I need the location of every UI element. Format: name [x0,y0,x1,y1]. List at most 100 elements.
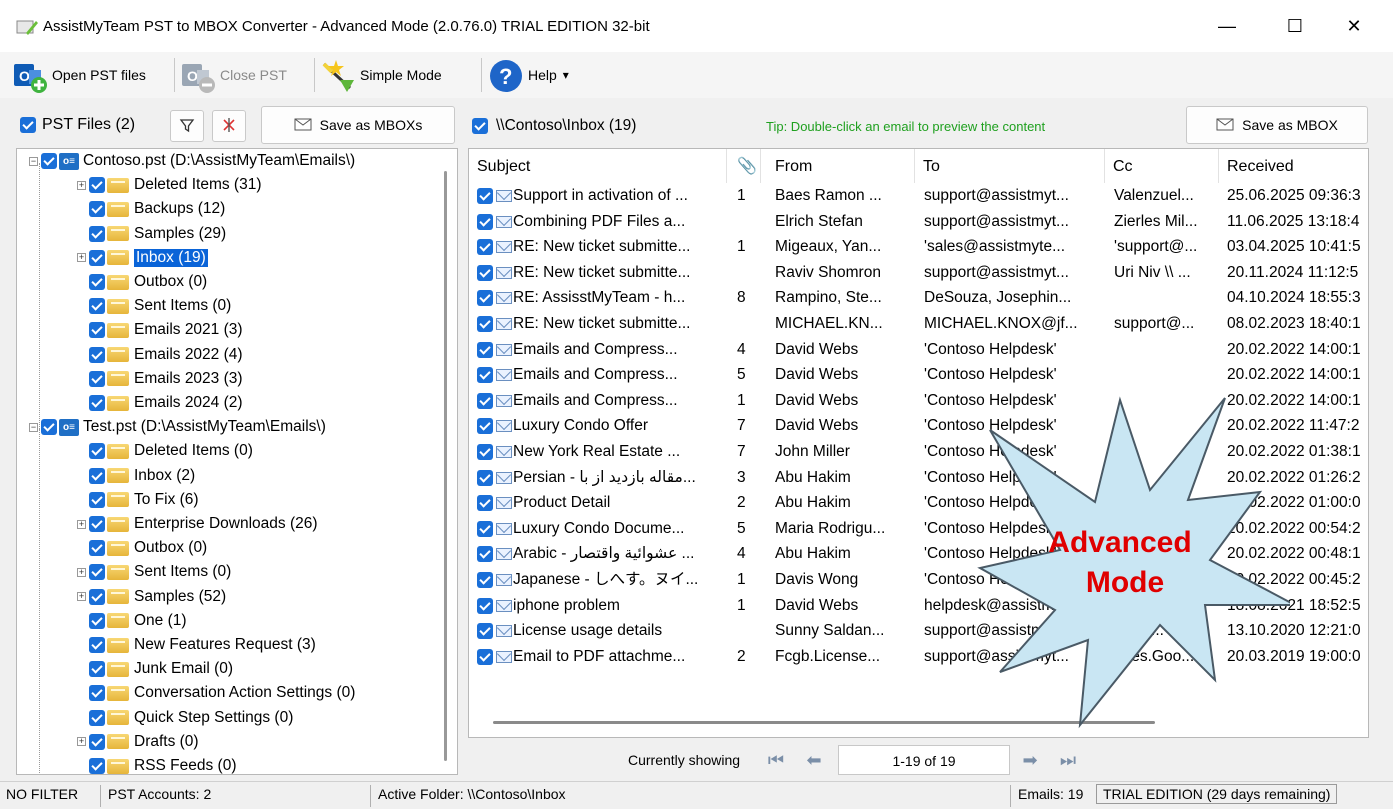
checkbox-icon[interactable] [89,395,105,411]
folder-checkbox[interactable]: \\Contoso\Inbox (19) [472,117,636,135]
email-row[interactable]: Emails and Compress... 5 David Webs 'Contos… [469,362,1368,388]
checkbox-icon[interactable] [89,733,105,750]
tree-folder-node[interactable]: Deleted Items (0) [77,439,253,463]
column-attachment[interactable]: 📎 [727,149,761,183]
collapse-icon[interactable]: − [29,156,38,166]
expand-icon[interactable]: + [77,592,86,602]
checkbox-icon[interactable] [89,443,105,460]
tree-folder-node[interactable]: Emails 2023 (3) [77,367,243,391]
checkbox-icon[interactable] [89,370,105,387]
checkbox-icon[interactable] [477,367,493,384]
checkbox-icon[interactable] [89,491,105,508]
checkbox-icon[interactable] [477,315,493,332]
tree-folder-node[interactable]: Junk Email (0) [77,657,233,681]
minimize-button[interactable]: — [1204,8,1250,44]
checkbox-icon[interactable] [89,685,105,702]
first-page-button[interactable]: ⏮ [758,745,794,775]
checkbox-icon[interactable] [41,153,57,169]
tree-folder-node[interactable]: RSS Feeds (0) [77,754,237,774]
tree-folder-node[interactable]: + Samples (52) [77,585,226,609]
expand-icon[interactable]: + [77,737,86,747]
checkbox-icon[interactable] [89,758,105,774]
checkbox-icon[interactable] [477,213,493,230]
tree-folder-node[interactable]: Conversation Action Settings (0) [77,681,355,705]
tree-folder-node[interactable]: One (1) [77,609,187,633]
close-button[interactable]: ✕ [1331,8,1377,44]
pst-folder-tree[interactable]: − o≡ Contoso.pst (D:\AssistMyTeam\Emails\)… [16,148,458,775]
checkbox-icon[interactable] [477,469,493,486]
tree-folder-node[interactable]: New Features Request (3) [77,633,316,657]
checkbox-icon[interactable] [477,495,493,512]
tree-folder-node[interactable]: Sent Items (0) [77,294,231,318]
tree-folder-node[interactable]: Outbox (0) [77,270,207,294]
tree-folder-node[interactable]: + Drafts (0) [77,730,199,754]
last-page-button[interactable]: ⏭ [1050,745,1086,775]
checkbox-icon[interactable] [477,597,493,614]
tree-folder-node[interactable]: Outbox (0) [77,536,207,560]
tree-scrollbar[interactable] [444,171,447,761]
save-as-mboxs-button[interactable]: Save as MBOXs [261,106,455,144]
tree-folder-node[interactable]: Inbox (2) [77,464,195,488]
column-from[interactable]: From [767,149,915,183]
tree-folder-node[interactable]: Emails 2022 (4) [77,343,243,367]
email-row[interactable]: RE: New ticket submitte... 1 Migeaux, Yan.… [469,234,1368,260]
expand-icon[interactable]: + [77,253,86,263]
tree-folder-node[interactable]: + Enterprise Downloads (26) [77,512,318,536]
tree-folder-node[interactable]: To Fix (6) [77,488,199,512]
save-as-mbox-button[interactable]: Save as MBOX [1186,106,1368,144]
maximize-button[interactable]: ☐ [1272,8,1318,44]
checkbox-icon[interactable] [41,419,57,436]
checkbox-icon[interactable] [89,322,105,339]
checkbox-icon[interactable] [477,392,493,409]
tree-pst-node[interactable]: − o≡ Test.pst (D:\AssistMyTeam\Emails\) [29,415,326,439]
checkbox-icon[interactable] [477,571,493,588]
checkbox-icon[interactable] [89,709,105,726]
tree-pst-node[interactable]: − o≡ Contoso.pst (D:\AssistMyTeam\Emails\) [29,149,355,173]
pst-files-checkbox[interactable]: PST Files (2) [20,116,135,134]
checkbox-icon[interactable] [89,274,105,290]
tree-folder-node[interactable]: + Deleted Items (31) [77,173,262,197]
page-range-field[interactable]: 1-19 of 19 [838,745,1010,775]
checkbox-icon[interactable] [89,225,105,242]
checkbox-icon[interactable] [89,612,105,629]
column-to[interactable]: To [915,149,1105,183]
email-row[interactable]: Emails and Compress... 4 David Webs 'Contos… [469,337,1368,363]
tree-folder-node[interactable]: Quick Step Settings (0) [77,706,293,730]
next-page-button[interactable]: ➡ [1012,745,1048,775]
tree-folder-node[interactable]: Samples (29) [77,222,226,246]
checkbox-icon[interactable] [89,661,105,678]
checkbox-icon[interactable] [89,467,105,484]
tree-folder-node[interactable]: + Sent Items (0) [77,560,231,584]
expand-icon[interactable]: + [77,519,86,529]
open-pst-button[interactable]: O Open PST files [12,55,146,95]
simple-mode-button[interactable]: Simple Mode [320,55,442,95]
tree-folder-node[interactable]: + Inbox (19) [77,246,208,270]
checkbox-icon[interactable] [89,637,105,653]
checkbox-icon[interactable] [89,177,105,194]
column-received[interactable]: Received [1219,149,1368,183]
checkbox-icon[interactable] [477,264,493,281]
email-row[interactable]: Combining PDF Files a... Elrich Stefan sup… [469,209,1368,235]
checkbox-icon[interactable] [89,249,105,266]
tree-folder-node[interactable]: Emails 2021 (3) [77,318,243,342]
checkbox-icon[interactable] [89,588,105,605]
checkbox-icon[interactable] [89,298,105,315]
checkbox-icon[interactable] [477,239,493,256]
prev-page-button[interactable]: ⬅ [796,745,832,775]
expand-icon[interactable]: + [77,180,86,190]
checkbox-icon[interactable] [89,201,105,218]
column-cc[interactable]: Cc [1105,149,1219,183]
filter-button[interactable] [170,110,204,142]
checkbox-icon[interactable] [477,546,493,563]
email-row[interactable]: RE: New ticket submitte... MICHAEL.KN... M… [469,311,1368,337]
clear-filter-button[interactable] [212,110,246,142]
close-pst-button[interactable]: O Close PST [180,55,287,95]
tree-folder-node[interactable]: Emails 2024 (2) [77,391,243,415]
checkbox-icon[interactable] [477,341,493,358]
checkbox-icon[interactable] [477,418,493,435]
checkbox-icon[interactable] [89,540,105,557]
email-row[interactable]: RE: AssisstMyTeam - h... 8 Rampino, Ste...… [469,285,1368,311]
expand-icon[interactable]: + [77,567,86,577]
help-button[interactable]: ? Help ▾ [488,55,569,95]
checkbox-icon[interactable] [477,520,493,537]
